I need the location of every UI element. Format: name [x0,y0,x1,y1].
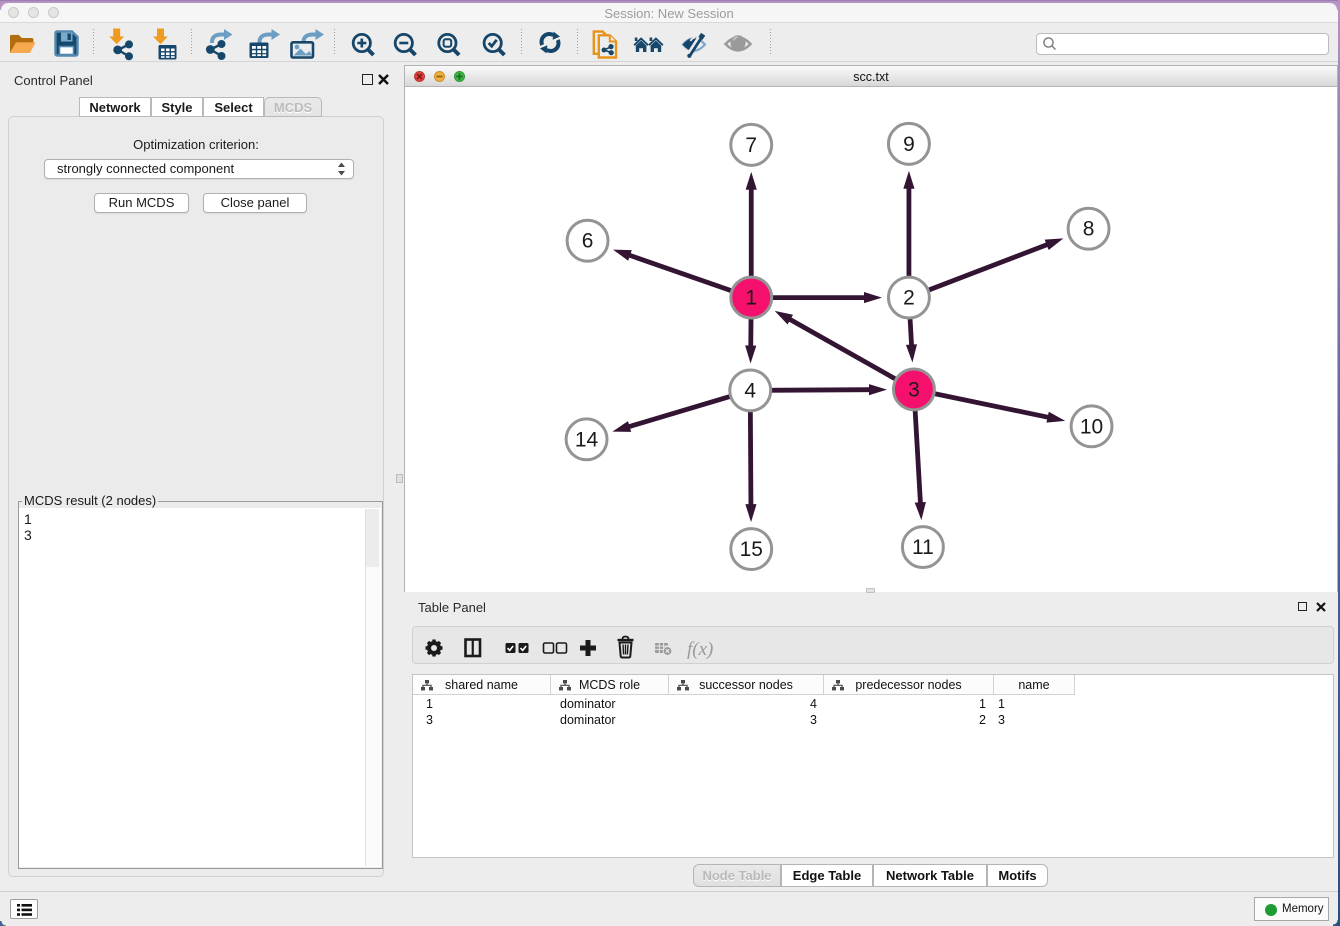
svg-text:14: 14 [575,428,599,451]
svg-text:6: 6 [582,230,594,253]
svg-text:2: 2 [903,287,915,310]
svg-text:f(x): f(x) [687,639,713,660]
svg-text:7: 7 [745,134,757,157]
svg-text:9: 9 [903,133,915,156]
svg-text:15: 15 [740,538,763,561]
svg-text:1: 1 [745,287,757,310]
svg-text:11: 11 [912,536,934,559]
svg-text:4: 4 [744,379,756,402]
svg-text:10: 10 [1080,415,1103,438]
svg-text:3: 3 [908,378,920,401]
svg-text:8: 8 [1083,218,1095,241]
